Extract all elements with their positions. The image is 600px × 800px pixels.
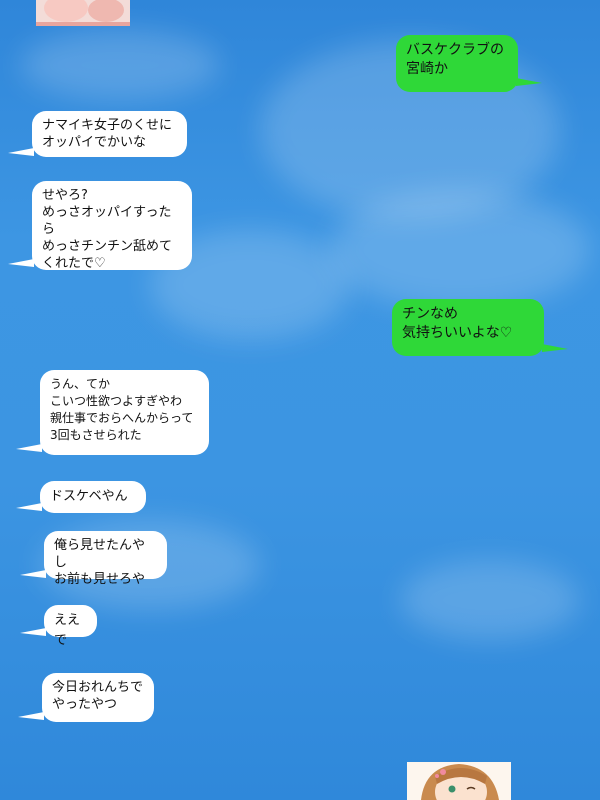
incoming-message-bubble[interactable]: 今日おれんちで やったやつ <box>42 673 154 722</box>
incoming-message-bubble[interactable]: 俺ら見せたんやし お前も見せろや <box>44 531 167 587</box>
bubble-tail <box>516 78 542 86</box>
bubble-tail <box>20 570 46 578</box>
bubble-tail <box>8 259 34 267</box>
cloud-decoration <box>330 190 590 310</box>
incoming-message-bubble[interactable]: ナマイキ女子のくせに オッパイでかいな <box>32 111 187 157</box>
photo-icon <box>36 0 130 26</box>
outgoing-message-bubble[interactable]: チンなめ 気持ちいいよな♡ <box>392 299 544 356</box>
photo-icon <box>407 762 511 800</box>
bubble-tail <box>18 712 44 720</box>
incoming-message-bubble[interactable]: ええで <box>44 605 97 648</box>
bubble-tail <box>16 444 42 452</box>
incoming-message-bubble[interactable]: うん、てか こいつ性欲つよすぎやわ 親仕事でおらへんからって 3回もさせられた <box>40 370 209 455</box>
bubble-tail <box>8 148 34 156</box>
incoming-message-bubble[interactable]: せやろ? めっさオッパイすったら めっさチンチン舐めて くれたで♡ <box>32 181 192 271</box>
bubble-tail <box>20 628 46 636</box>
cloud-decoration <box>400 560 580 640</box>
bottom-photo-thumbnail[interactable] <box>407 762 511 800</box>
bubble-tail <box>16 503 42 511</box>
outgoing-message-bubble[interactable]: バスケクラブの 宮崎か <box>396 35 518 92</box>
top-photo-thumbnail[interactable] <box>36 0 130 26</box>
cloud-decoration <box>20 30 220 100</box>
chat-area[interactable]: バスケクラブの 宮崎か ナマイキ女子のくせに オッパイでかいな せやろ? めっさ… <box>0 0 600 800</box>
bubble-tail <box>542 344 568 352</box>
incoming-message-bubble[interactable]: ドスケベやん <box>40 481 146 513</box>
